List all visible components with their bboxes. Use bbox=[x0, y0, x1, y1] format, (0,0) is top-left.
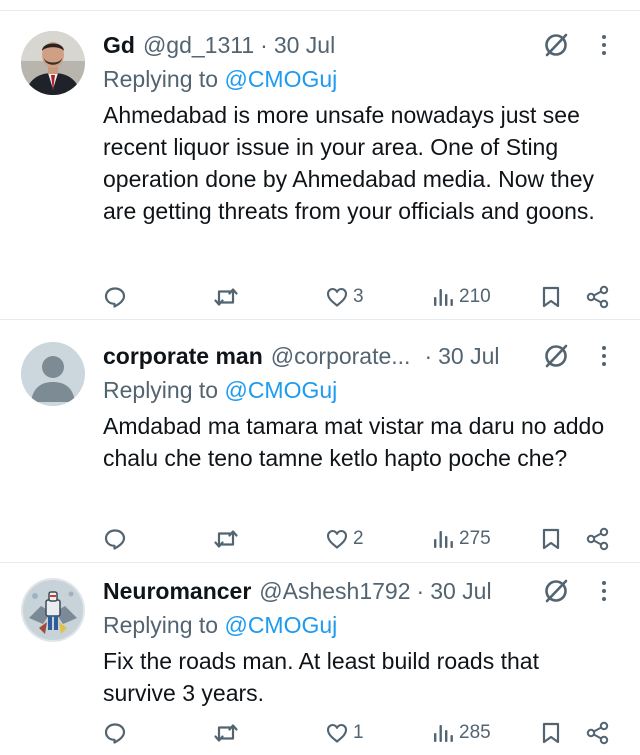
more-icon[interactable] bbox=[594, 341, 614, 371]
replying-to-line: Replying to @CMOGuj bbox=[103, 609, 626, 642]
views-icon bbox=[434, 289, 453, 306]
user-handle[interactable]: @Ashesh1792 bbox=[259, 578, 410, 605]
retweet-button[interactable] bbox=[213, 519, 243, 559]
bookmark-icon bbox=[542, 528, 560, 550]
share-button[interactable] bbox=[585, 713, 611, 753]
reply-text: Ahmedabad is more unsafe nowadays just s… bbox=[103, 102, 595, 224]
like-button[interactable]: 2 bbox=[325, 519, 364, 559]
replying-to-label: Replying to bbox=[103, 66, 219, 92]
retweet-icon bbox=[214, 288, 238, 306]
share-icon bbox=[586, 285, 609, 309]
reply-item[interactable]: Gd @gd_1311 · 30 Jul Replying to @CMOGuj… bbox=[0, 11, 640, 320]
replying-to-line: Replying to @CMOGuj bbox=[103, 63, 626, 96]
bookmark-icon bbox=[542, 286, 560, 308]
views-button[interactable]: 210 bbox=[431, 277, 491, 317]
share-button[interactable] bbox=[585, 277, 611, 317]
mention-link[interactable]: @CMOGuj bbox=[224, 66, 337, 92]
reply-icon bbox=[104, 529, 126, 550]
views-button[interactable]: 275 bbox=[431, 519, 491, 559]
bookmark-button[interactable] bbox=[540, 277, 562, 317]
separator-dot: · bbox=[260, 31, 268, 58]
share-button[interactable] bbox=[585, 519, 611, 559]
bookmark-button[interactable] bbox=[540, 519, 562, 559]
like-count: 3 bbox=[353, 286, 364, 307]
like-icon bbox=[326, 529, 348, 549]
replying-to-line: Replying to @CMOGuj bbox=[103, 374, 626, 407]
like-icon bbox=[326, 723, 348, 743]
user-handle[interactable]: @corporate... bbox=[271, 343, 411, 370]
views-button[interactable]: 285 bbox=[431, 713, 491, 753]
views-count: 210 bbox=[459, 286, 491, 307]
views-icon bbox=[434, 531, 453, 548]
views-count: 285 bbox=[459, 722, 491, 743]
display-name[interactable]: corporate man bbox=[103, 343, 263, 370]
reply-item[interactable]: Neuromancer @Ashesh1792 · 30 Jul Replyin… bbox=[0, 563, 640, 755]
reply-button[interactable] bbox=[103, 713, 131, 753]
reply-text: Amdabad ma tamara mat vistar ma daru no … bbox=[103, 413, 605, 471]
retweet-icon bbox=[214, 724, 238, 742]
retweet-icon bbox=[214, 530, 238, 548]
grok-icon[interactable] bbox=[540, 340, 572, 372]
bookmark-button[interactable] bbox=[540, 713, 562, 753]
action-bar: 2 275 bbox=[103, 519, 630, 559]
post-date[interactable]: 30 Jul bbox=[438, 343, 499, 370]
action-bar: 3 210 bbox=[103, 277, 630, 317]
like-button[interactable]: 1 bbox=[325, 713, 364, 753]
man-in-suit-avatar-icon bbox=[21, 31, 85, 95]
reply-text: Fix the roads man. At least build roads … bbox=[103, 648, 539, 706]
action-bar: 1 285 bbox=[103, 713, 630, 753]
reply-icon bbox=[104, 723, 126, 744]
top-divider bbox=[0, 0, 640, 11]
like-count: 2 bbox=[353, 528, 364, 549]
display-name[interactable]: Neuromancer bbox=[103, 578, 251, 605]
reply-button[interactable] bbox=[103, 277, 131, 317]
avatar[interactable] bbox=[21, 31, 85, 95]
mention-link[interactable]: @CMOGuj bbox=[224, 377, 337, 403]
separator-dot: · bbox=[424, 342, 433, 369]
share-icon bbox=[586, 721, 609, 745]
display-name[interactable]: Gd bbox=[103, 32, 135, 59]
like-count: 1 bbox=[353, 722, 364, 743]
retweet-button[interactable] bbox=[213, 277, 243, 317]
views-count: 275 bbox=[459, 528, 491, 549]
grok-icon[interactable] bbox=[540, 575, 572, 607]
separator-dot: · bbox=[416, 577, 425, 604]
reply-item[interactable]: corporate man @corporate... · 30 Jul Rep… bbox=[0, 320, 640, 563]
avatar[interactable] bbox=[21, 342, 85, 406]
reply-button[interactable] bbox=[103, 519, 131, 559]
mention-link[interactable]: @CMOGuj bbox=[224, 612, 337, 638]
avatar[interactable] bbox=[21, 578, 85, 642]
default-user-avatar-icon bbox=[21, 342, 85, 406]
views-icon bbox=[434, 725, 453, 742]
like-button[interactable]: 3 bbox=[325, 277, 364, 317]
reply-icon bbox=[104, 287, 126, 308]
retweet-button[interactable] bbox=[213, 713, 243, 753]
more-icon[interactable] bbox=[594, 576, 614, 606]
more-icon[interactable] bbox=[594, 30, 614, 60]
grok-icon[interactable] bbox=[540, 29, 572, 61]
replying-to-label: Replying to bbox=[103, 377, 219, 403]
post-date[interactable]: 30 Jul bbox=[274, 32, 335, 59]
replying-to-label: Replying to bbox=[103, 612, 219, 638]
bookmark-icon bbox=[542, 722, 560, 744]
like-icon bbox=[326, 287, 348, 307]
user-handle[interactable]: @gd_1311 bbox=[143, 32, 254, 59]
mecha-robot-avatar-icon bbox=[21, 578, 85, 642]
post-date[interactable]: 30 Jul bbox=[430, 578, 491, 605]
share-icon bbox=[586, 527, 609, 551]
